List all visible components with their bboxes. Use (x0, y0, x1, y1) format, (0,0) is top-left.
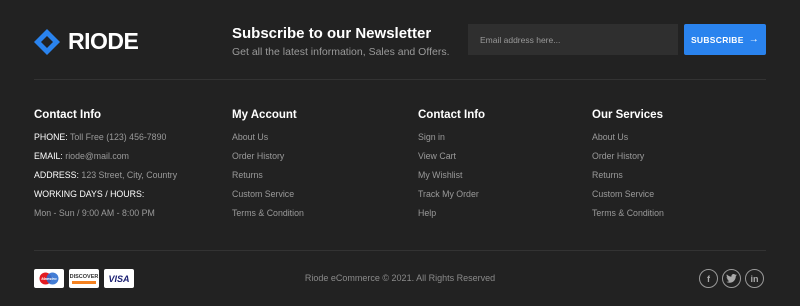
footer-link[interactable]: Help (418, 208, 485, 227)
footer-link[interactable]: Returns (592, 170, 664, 189)
hours-label: WORKING DAYS / HOURS: (34, 189, 145, 199)
twitter-icon[interactable] (722, 269, 741, 288)
footer-link[interactable]: My Wishlist (418, 170, 485, 189)
social-links: f in (699, 269, 764, 288)
footer-divider (34, 250, 766, 251)
contact-phone: PHONE: Toll Free (123) 456-7890 (34, 132, 177, 151)
column-title: My Account (232, 109, 297, 121)
phone-value[interactable]: Toll Free (123) 456-7890 (68, 132, 166, 142)
my-account-column: My Account About Us Order History Return… (232, 109, 304, 227)
linkedin-icon[interactable]: in (745, 269, 764, 288)
our-services-column: Our Services About Us Order History Retu… (592, 109, 664, 227)
email-label: EMAIL: (34, 151, 63, 161)
logo-diamond-icon (34, 28, 60, 55)
newsletter: Subscribe to our Newsletter Get all the … (232, 25, 450, 58)
column-title: Our Services (592, 109, 663, 121)
phone-label: PHONE: (34, 132, 68, 142)
newsletter-title: Subscribe to our Newsletter (232, 25, 432, 42)
logo[interactable]: RIODE (34, 28, 139, 55)
footer-link[interactable]: Track My Order (418, 189, 485, 208)
subscribe-label: SUBSCRIBE (690, 34, 744, 45)
footer-link[interactable]: Custom Service (232, 189, 304, 208)
footer-link[interactable]: About Us (592, 132, 664, 151)
subscribe-button[interactable]: SUBSCRIBE → (684, 24, 766, 55)
copyright-text: Riode eCommerce © 2021. All Rights Reser… (304, 273, 496, 283)
address-label: ADDRESS: (34, 170, 79, 180)
footer-link[interactable]: About Us (232, 132, 304, 151)
contact-email: EMAIL: riode@mail.com (34, 151, 177, 170)
newsletter-subtitle: Get all the latest information, Sales an… (232, 46, 450, 58)
footer-link[interactable]: Terms & Condition (232, 208, 304, 227)
contact-hours-label: WORKING DAYS / HOURS: (34, 189, 177, 208)
footer-link[interactable]: Returns (232, 170, 304, 189)
contact-info-column: Contact Info PHONE: Toll Free (123) 456-… (34, 109, 177, 227)
contact-links-column: Contact Info Sign in View Cart My Wishli… (418, 109, 485, 227)
footer-link[interactable]: Order History (232, 151, 304, 170)
brand-name: RIODE (68, 28, 139, 54)
footer-link[interactable]: View Cart (418, 151, 485, 170)
address-value: 123 Street, City, Country (78, 170, 178, 180)
contact-hours-value: Mon - Sun / 9:00 AM - 8:00 PM (34, 208, 155, 218)
facebook-icon[interactable]: f (699, 269, 718, 288)
column-title: Contact Info (418, 109, 486, 121)
footer-link[interactable]: Terms & Condition (592, 208, 664, 227)
arrow-right-icon: → (748, 34, 760, 45)
footer-link[interactable]: Sign in (418, 132, 485, 151)
email-input[interactable] (468, 24, 678, 55)
email-value[interactable]: riode@mail.com (63, 151, 129, 161)
footer-link[interactable]: Custom Service (592, 189, 664, 208)
column-title: Contact Info (34, 109, 102, 121)
contact-address: ADDRESS: 123 Street, City, Country (34, 170, 177, 189)
footer-link[interactable]: Order History (592, 151, 664, 170)
footer-top: RIODE Subscribe to our Newsletter Get al… (34, 0, 766, 80)
